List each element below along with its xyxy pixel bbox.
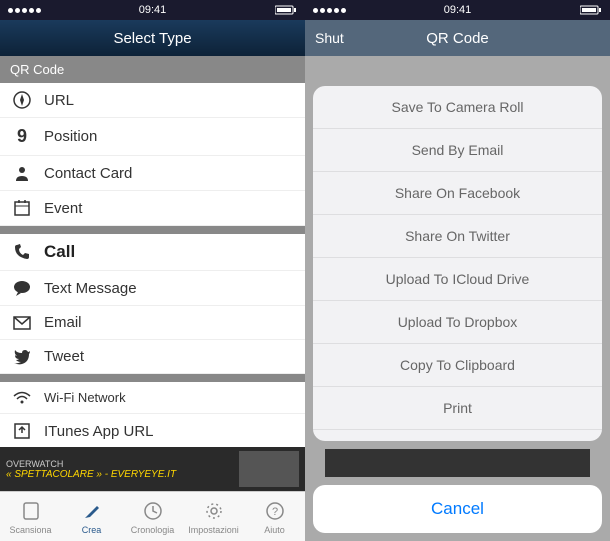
wifi-icon [10,391,34,405]
list-item-itunes[interactable]: ITunes App URL [0,414,305,447]
compass-icon [10,91,34,109]
tab-label: Impostazioni [188,525,239,535]
action-copy-clipboard[interactable]: Copy To Clipboard [313,344,602,387]
tab-create[interactable]: Crea [61,492,122,541]
nav-bar: Select Type [0,20,305,56]
phone-right: 09:41 Shut QR Code Save To Camera Roll S… [305,0,610,541]
list-label: Text Message [44,280,137,297]
list-label: Tweet [44,348,84,365]
list-label: Contact Card [44,165,132,182]
nav-back[interactable]: Shut [315,30,344,46]
nav-bar: Shut QR Code [305,20,610,56]
tab-label: Cronologia [131,525,175,535]
gear-icon [202,499,226,523]
list-item-wifi[interactable]: Wi-Fi Network [0,382,305,414]
list-item-email[interactable]: Email [0,306,305,340]
tab-label: Aiuto [264,525,285,535]
scan-icon [19,499,43,523]
status-bar: 09:41 [305,0,610,20]
contact-icon [10,164,34,182]
list-label: Wi-Fi Network [44,390,126,405]
create-icon [80,499,104,523]
help-icon: ? [263,499,287,523]
qr-preview [325,449,590,477]
tab-scan[interactable]: Scansiona [0,492,61,541]
battery-icon [275,5,297,15]
list-label: Event [44,200,82,217]
status-time: 09:41 [444,4,472,16]
tab-bar: Scansiona Crea Cronologia Impostazioni ?… [0,491,305,541]
action-other[interactable]: Other [313,430,602,441]
tab-label: Scansiona [9,525,51,535]
list-item-tweet[interactable]: Tweet [0,340,305,374]
signal-icon [8,8,41,13]
page-title: QR Code [426,30,489,47]
signal-icon [313,8,346,13]
tab-help[interactable]: ? Aiuto [244,492,305,541]
twitter-icon [10,349,34,365]
action-sheet-overlay: Save To Camera Roll Send By Email Share … [305,56,610,541]
tab-label: Crea [82,525,102,535]
list-label: ITunes App URL [44,423,154,440]
list-item-position[interactable]: 9 Position [0,118,305,156]
list-label: Call [44,242,75,262]
cancel-button[interactable]: Cancel [313,485,602,533]
list-item-message[interactable]: Text Message [0,271,305,306]
action-sheet: Save To Camera Roll Send By Email Share … [313,86,602,441]
ad-title: OVERWATCH [6,459,235,469]
tab-history[interactable]: Cronologia [122,492,183,541]
status-time: 09:41 [139,4,167,16]
section-divider [0,374,305,382]
action-share-facebook[interactable]: Share On Facebook [313,172,602,215]
calendar-icon [10,199,34,217]
ad-banner[interactable]: OVERWATCH « SPETTACOLARE » - EVERYEYE.IT [0,447,305,491]
action-upload-icloud[interactable]: Upload To ICloud Drive [313,258,602,301]
status-bar: 09:41 [0,0,305,20]
action-upload-dropbox[interactable]: Upload To Dropbox [313,301,602,344]
itunes-icon [10,422,34,440]
section-divider [0,226,305,234]
page-title: Select Type [113,30,191,47]
list-item-url[interactable]: URL [0,83,305,118]
list-item-call[interactable]: Call [0,234,305,271]
action-print[interactable]: Print [313,387,602,430]
list-label: Email [44,314,82,331]
ad-text: « SPETTACOLARE » - EVERYEYE.IT [6,469,235,480]
list-item-event[interactable]: Event [0,191,305,226]
battery-icon [580,5,602,15]
list-item-contact[interactable]: Contact Card [0,156,305,191]
action-share-twitter[interactable]: Share On Twitter [313,215,602,258]
action-send-email[interactable]: Send By Email [313,129,602,172]
list-label: URL [44,92,74,109]
position-icon: 9 [10,126,34,147]
type-list: QR Code URL 9 Position Contact Card Even… [0,56,305,447]
history-icon [141,499,165,523]
message-icon [10,279,34,297]
section-header-qr: QR Code [0,56,305,83]
ad-image [239,451,299,487]
action-save-camera-roll[interactable]: Save To Camera Roll [313,86,602,129]
email-icon [10,316,34,330]
list-label: Position [44,128,97,145]
phone-left: 09:41 Select Type QR Code URL 9 Position… [0,0,305,541]
phone-icon [10,243,34,261]
svg-text:?: ? [271,506,277,518]
tab-settings[interactable]: Impostazioni [183,492,244,541]
